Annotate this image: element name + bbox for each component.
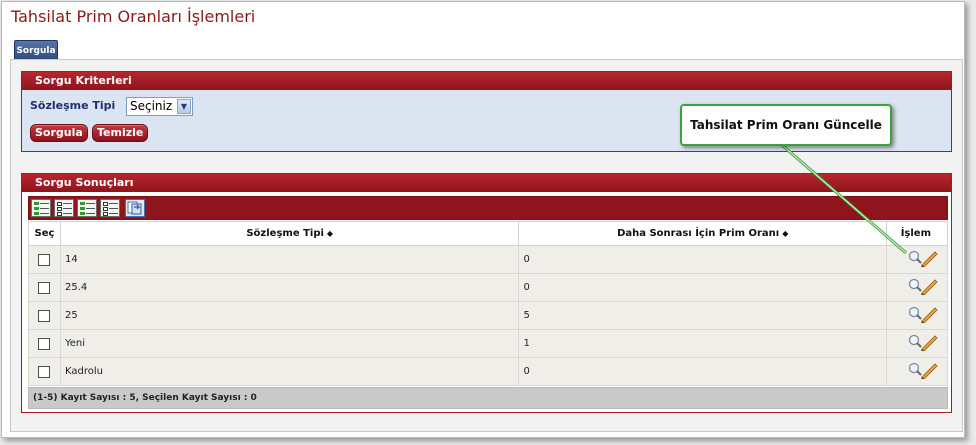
app-window: Tahsilat Prim Oranları İşlemleri Sorgula… bbox=[1, 1, 965, 438]
update-callout: Tahsilat Prim Oranı Güncelle bbox=[680, 104, 892, 146]
callout-arrow bbox=[781, 143, 907, 255]
